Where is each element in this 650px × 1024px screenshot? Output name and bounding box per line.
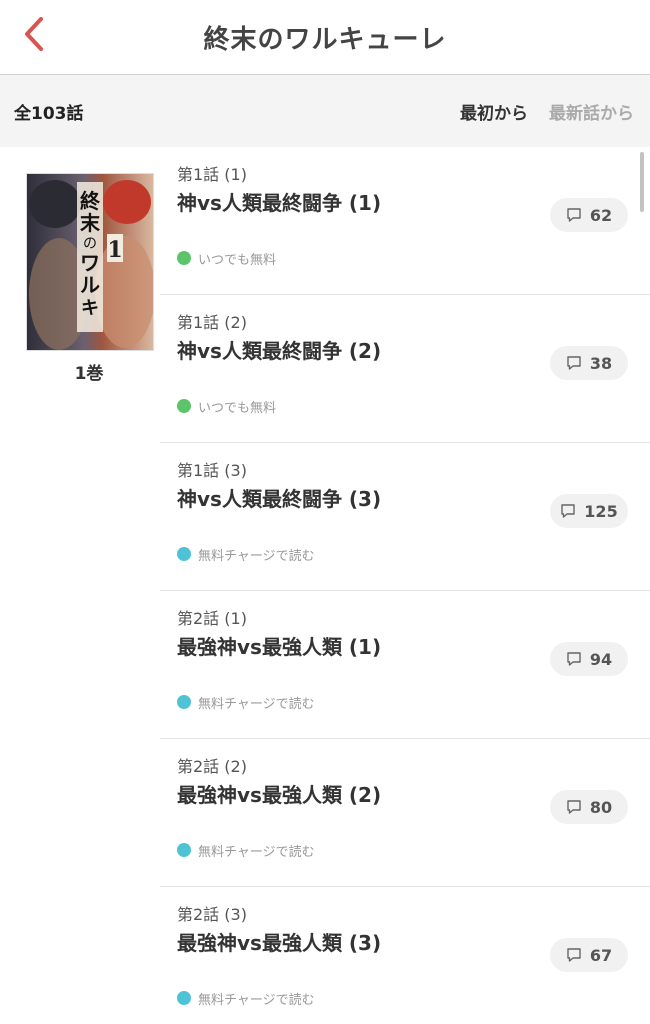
episode-status-label: 無料チャージで読む: [198, 992, 315, 1008]
svg-text:末: 末: [80, 211, 101, 235]
episode-status: 無料チャージで読む: [177, 988, 315, 1008]
volume-label: 1巻: [74, 364, 104, 384]
comment-count: 38: [589, 353, 613, 373]
episode-row[interactable]: 第2話 (1) 最強神vs最強人類 (1) 無料チャージで読む 94: [160, 591, 650, 739]
status-dot-icon: [177, 547, 191, 561]
comment-count: 125: [584, 501, 618, 521]
scrollbar-thumb[interactable]: [640, 152, 644, 212]
sort-first-button[interactable]: 最初から: [460, 75, 528, 147]
status-dot-icon: [177, 399, 191, 413]
comment-count: 80: [589, 797, 613, 817]
episode-row[interactable]: 第1話 (3) 神vs人類最終闘争 (3) 無料チャージで読む 125: [160, 443, 650, 591]
episode-number: 第1話 (2): [177, 313, 247, 332]
comment-count-button[interactable]: 94: [550, 642, 628, 676]
episode-row[interactable]: 第1話 (1) 神vs人類最終闘争 (1) いつでも無料 62: [160, 147, 650, 295]
episode-number: 第1話 (1): [177, 165, 247, 184]
episode-status-label: いつでも無料: [198, 400, 277, 416]
episode-status-label: 無料チャージで読む: [198, 844, 315, 860]
svg-text:1: 1: [107, 237, 122, 263]
svg-text:キ: キ: [81, 298, 99, 319]
episode-row[interactable]: 第2話 (3) 最強神vs最強人類 (3) 無料チャージで読む 67: [160, 887, 650, 1024]
episode-status: 無料チャージで読む: [177, 692, 315, 712]
status-dot-icon: [177, 695, 191, 709]
episode-status-label: いつでも無料: [198, 252, 277, 268]
status-dot-icon: [177, 991, 191, 1005]
episode-title: 最強神vs最強人類 (2): [177, 783, 382, 807]
volume-card[interactable]: 終 末 の ワ ル キ 1 1巻: [26, 173, 154, 384]
comment-count-button[interactable]: 80: [550, 790, 628, 824]
svg-text:ル: ル: [80, 273, 100, 297]
comment-icon: [566, 207, 582, 223]
svg-text:の: の: [83, 236, 97, 252]
episode-title: 神vs人類最終闘争 (2): [177, 339, 382, 363]
episode-status: 無料チャージで読む: [177, 544, 315, 564]
episode-number: 第2話 (3): [177, 905, 247, 924]
episode-status-label: 無料チャージで読む: [198, 696, 315, 712]
top-bar: 終末のワルキューレ: [0, 0, 650, 75]
svg-text:終: 終: [80, 189, 101, 213]
volume-cover-image[interactable]: 終 末 の ワ ル キ 1: [26, 173, 154, 351]
app-screen: 終末のワルキューレ 全103話 最初から 最新話から 終 末 の ワ ル キ 1…: [0, 0, 650, 1024]
episode-list: 第1話 (1) 神vs人類最終闘争 (1) いつでも無料 62 第1話 (2) 神vs人類…: [160, 147, 650, 1024]
comment-count-button[interactable]: 62: [550, 198, 628, 232]
comment-icon: [566, 799, 582, 815]
comment-icon: [560, 503, 576, 519]
comment-count-button[interactable]: 38: [550, 346, 628, 380]
episode-count: 全103話: [14, 103, 84, 124]
comment-count-button[interactable]: 67: [550, 938, 628, 972]
episode-row[interactable]: 第2話 (2) 最強神vs最強人類 (2) 無料チャージで読む 80: [160, 739, 650, 887]
episode-row[interactable]: 第1話 (2) 神vs人類最終闘争 (2) いつでも無料 38: [160, 295, 650, 443]
episode-title: 最強神vs最強人類 (1): [177, 635, 382, 659]
svg-text:ワ: ワ: [80, 251, 100, 275]
comment-icon: [566, 947, 582, 963]
episode-number: 第1話 (3): [177, 461, 247, 480]
episode-title: 神vs人類最終闘争 (3): [177, 487, 382, 511]
status-dot-icon: [177, 251, 191, 265]
status-dot-icon: [177, 843, 191, 857]
sort-latest-button[interactable]: 最新話から: [549, 75, 634, 147]
episode-status: いつでも無料: [177, 396, 276, 416]
comment-count: 94: [589, 649, 613, 669]
page-title: 終末のワルキューレ: [203, 24, 447, 55]
comment-count: 67: [589, 945, 613, 965]
episode-title: 神vs人類最終闘争 (1): [177, 191, 382, 215]
comment-count: 62: [589, 205, 613, 225]
comment-icon: [566, 651, 582, 667]
episode-status: 無料チャージで読む: [177, 840, 315, 860]
episode-status-label: 無料チャージで読む: [198, 548, 315, 564]
episode-title: 最強神vs最強人類 (3): [177, 931, 382, 955]
episode-number: 第2話 (1): [177, 609, 247, 628]
episode-number: 第2話 (2): [177, 757, 247, 776]
comment-count-button[interactable]: 125: [550, 494, 628, 528]
episode-sort-bar: 全103話 最初から 最新話から: [0, 75, 650, 147]
episode-status: いつでも無料: [177, 248, 276, 268]
comment-icon: [566, 355, 582, 371]
